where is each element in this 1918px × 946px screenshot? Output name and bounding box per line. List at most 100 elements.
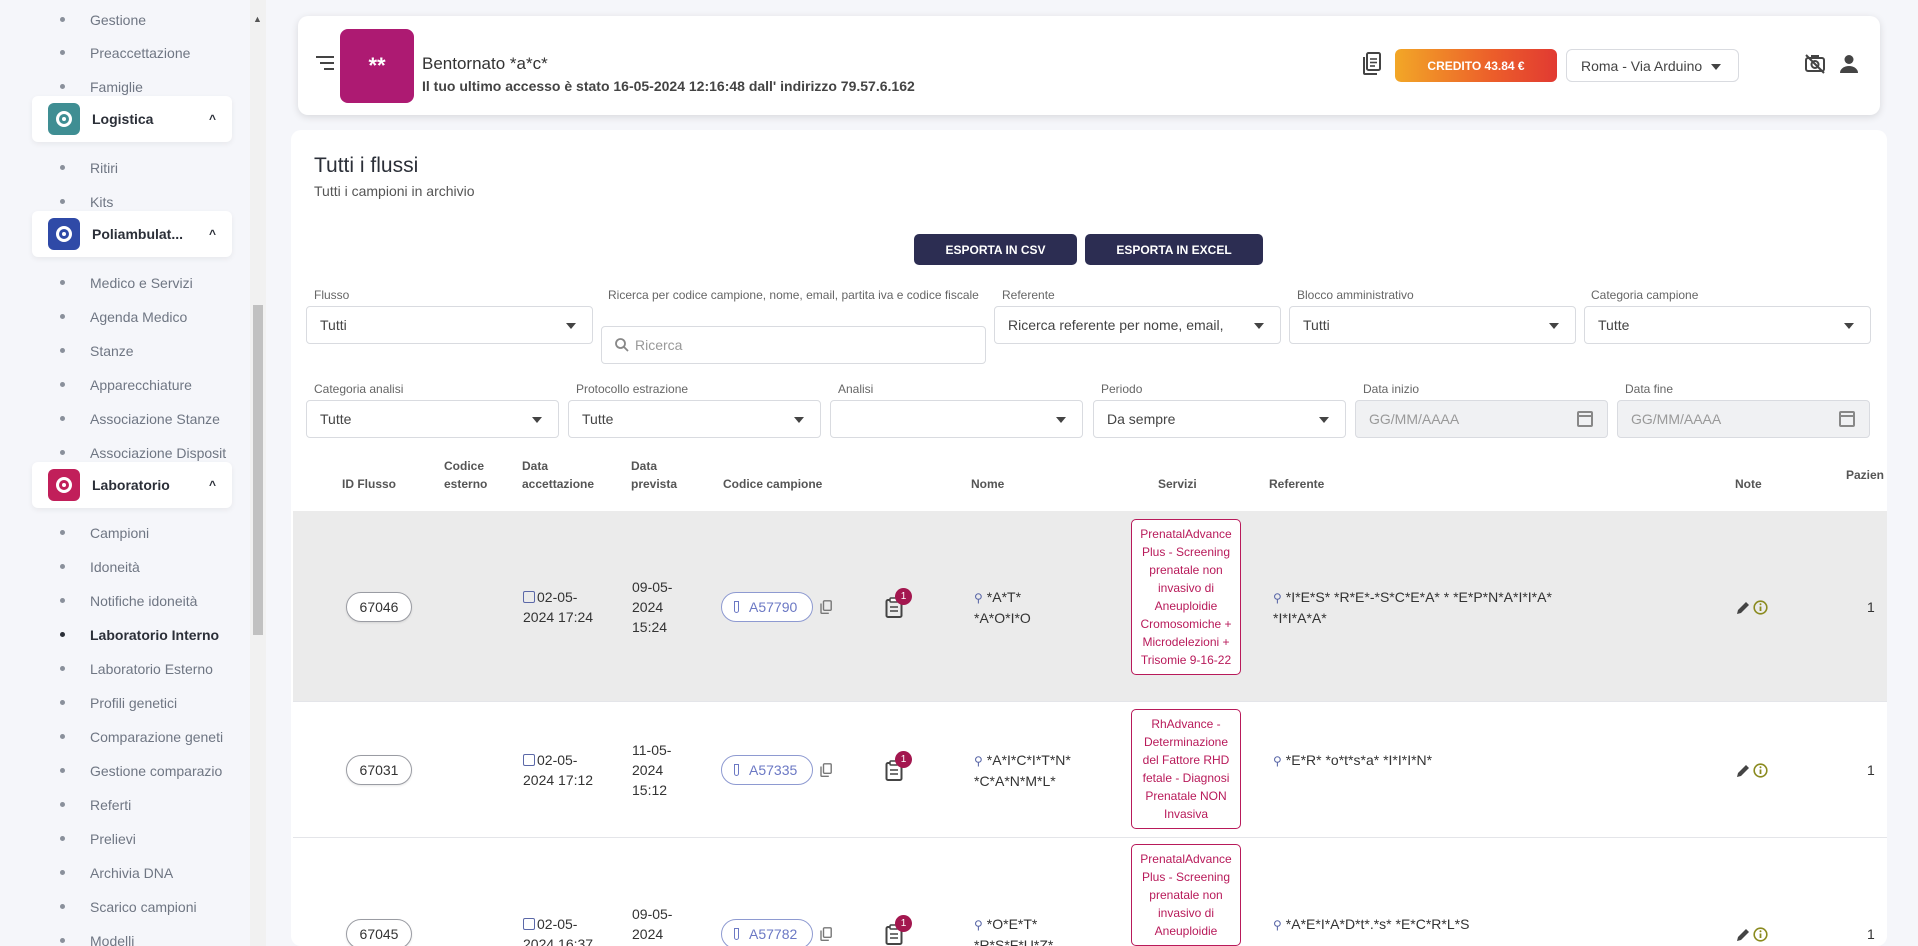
sidebar-item[interactable]: Comparazione geneti xyxy=(60,720,250,753)
info-icon[interactable] xyxy=(1753,763,1768,778)
site-select[interactable]: Roma - Via Arduino xyxy=(1566,49,1739,82)
sidebar-item[interactable]: Campioni xyxy=(60,516,250,549)
categoria-analisi-select[interactable]: Tutte xyxy=(306,400,559,438)
data-fine-input[interactable]: GG/MM/AAAA xyxy=(1617,400,1870,438)
sample-code-pill[interactable]: A57335 xyxy=(721,755,813,785)
sidebar-item[interactable]: Gestione comparazio xyxy=(60,754,250,787)
sidebar-item[interactable]: Profili genetici xyxy=(60,686,250,719)
notes-button[interactable]: 1 xyxy=(885,751,912,782)
copy-icon[interactable] xyxy=(820,600,832,614)
th-codice-esterno[interactable]: Codice esterno xyxy=(444,457,487,493)
blocco-label: Blocco amministrativo xyxy=(1297,288,1414,302)
th-referente[interactable]: Referente xyxy=(1269,475,1324,493)
protocollo-select[interactable]: Tutte xyxy=(568,400,821,438)
th-pazienti[interactable]: Pazien xyxy=(1846,466,1884,484)
edit-icon[interactable] xyxy=(1736,601,1750,615)
last-access-text: Il tuo ultimo accesso è stato 16-05-2024… xyxy=(422,78,915,94)
sidebar-scrollbar[interactable]: ▲ xyxy=(250,0,266,946)
sidebar-item[interactable]: Notifiche idoneità xyxy=(60,584,250,617)
avatar[interactable]: ** xyxy=(340,29,414,103)
info-icon[interactable] xyxy=(1753,927,1768,942)
flusso-id-pill[interactable]: 67045 xyxy=(346,919,412,946)
camera-off-icon[interactable] xyxy=(1804,54,1826,77)
flusso-select[interactable]: Tutti xyxy=(306,306,593,344)
bullet-icon xyxy=(60,280,65,285)
th-codice-campione[interactable]: Codice campione xyxy=(723,475,822,493)
sidebar-item[interactable]: Preaccettazione xyxy=(60,36,250,69)
data-fine-placeholder: GG/MM/AAAA xyxy=(1631,411,1722,427)
document-icon[interactable] xyxy=(1362,52,1382,79)
categoria-campione-select[interactable]: Tutte xyxy=(1584,306,1871,344)
service-badge[interactable]: PrenatalAdvance Plus - Screening prenata… xyxy=(1131,519,1241,675)
menu-icon[interactable] xyxy=(316,56,334,74)
sidebar-item[interactable]: Prelievi xyxy=(60,822,250,855)
th-note[interactable]: Note xyxy=(1735,475,1762,493)
th-data-prevista[interactable]: Data prevista xyxy=(631,457,677,493)
export-excel-button[interactable]: ESPORTA IN EXCEL xyxy=(1085,234,1263,265)
th-data-accettazione[interactable]: Data accettazione xyxy=(522,457,594,493)
sidebar-item[interactable]: Stanze xyxy=(60,334,250,367)
scrollbar-thumb[interactable] xyxy=(253,305,263,635)
sidebar-item[interactable]: Scarico campioni xyxy=(60,890,250,923)
site-select-value: Roma - Via Arduino xyxy=(1581,57,1703,74)
periodo-select[interactable]: Da sempre xyxy=(1093,400,1346,438)
sample-code: A57790 xyxy=(749,599,798,615)
table-row[interactable]: 67046 02-05- 2024 17:24 09-05- 2024 15:24 A577… xyxy=(293,511,1887,702)
sidebar-item[interactable]: Gestione xyxy=(60,3,250,36)
sidebar-item[interactable]: Archivia DNA xyxy=(60,856,250,889)
sample-code-pill[interactable]: A57790 xyxy=(721,592,813,622)
scroll-up-arrow-icon[interactable]: ▲ xyxy=(253,14,262,24)
info-icon[interactable] xyxy=(1753,600,1768,615)
table-row[interactable]: 67045 02-05- 2024 16:37 09-05- 2024 A57782 1 ⚲ *… xyxy=(293,838,1887,946)
sample-code-pill[interactable]: A57782 xyxy=(721,919,813,946)
calendar-icon[interactable] xyxy=(1839,411,1855,427)
chevron-down-icon xyxy=(794,417,804,423)
sidebar: Gestione Preaccettazione Famiglie Logistica… xyxy=(0,0,250,946)
table-row[interactable]: 67031 02-05- 2024 17:12 11-05- 2024 15:12 A573… xyxy=(293,702,1887,838)
copy-icon[interactable] xyxy=(820,927,832,941)
person-search-icon: ⚲ xyxy=(1273,754,1282,768)
data-inizio-input[interactable]: GG/MM/AAAA xyxy=(1355,400,1608,438)
th-nome[interactable]: Nome xyxy=(971,475,1004,493)
sidebar-item[interactable]: Idoneità xyxy=(60,550,250,583)
bullet-icon xyxy=(60,450,65,455)
calendar-icon[interactable] xyxy=(1577,411,1593,427)
th-servizi[interactable]: Servizi xyxy=(1158,475,1197,493)
blocco-select[interactable]: Tutti xyxy=(1289,306,1576,344)
th-id-flusso[interactable]: ID Flusso xyxy=(342,475,396,493)
sidebar-item[interactable]: Medico e Servizi xyxy=(60,266,250,299)
chevron-up-icon[interactable]: ^ xyxy=(209,112,216,126)
analisi-select[interactable] xyxy=(830,400,1083,438)
search-input[interactable]: Ricerca xyxy=(601,326,986,364)
sidebar-item-label: Medico e Servizi xyxy=(90,274,193,291)
module-icon xyxy=(48,103,80,135)
flusso-id-pill[interactable]: 67046 xyxy=(346,592,412,622)
sidebar-item-label: Referti xyxy=(90,796,132,813)
edit-icon[interactable] xyxy=(1736,764,1750,778)
service-badge[interactable]: RhAdvance - Determinazione del Fattore R… xyxy=(1131,709,1241,829)
export-csv-button[interactable]: ESPORTA IN CSV xyxy=(914,234,1077,265)
sidebar-group-poliambulat[interactable]: Poliambulat... ^ xyxy=(32,211,232,257)
chevron-up-icon[interactable]: ^ xyxy=(209,227,216,241)
sidebar-item[interactable]: Apparecchiature xyxy=(60,368,250,401)
sidebar-group-laboratorio[interactable]: Laboratorio ^ xyxy=(32,462,232,508)
sidebar-item[interactable]: Modelli xyxy=(60,924,250,946)
sidebar-group-logistica[interactable]: Logistica ^ xyxy=(32,96,232,142)
credit-button[interactable]: CREDITO 43.84 € xyxy=(1395,49,1557,82)
copy-icon[interactable] xyxy=(820,763,832,777)
nome-cell: ⚲ *A*I*C*I*T*N* *C*A*N*M*L* xyxy=(974,750,1071,791)
sidebar-item[interactable]: Referti xyxy=(60,788,250,821)
sidebar-item[interactable]: Laboratorio Interno xyxy=(60,618,250,651)
user-icon[interactable] xyxy=(1840,54,1858,77)
sidebar-item[interactable]: Agenda Medico xyxy=(60,300,250,333)
sidebar-item[interactable]: Laboratorio Esterno xyxy=(60,652,250,685)
notes-button[interactable]: 1 xyxy=(885,915,912,946)
flusso-id-pill[interactable]: 67031 xyxy=(346,755,412,785)
sidebar-item[interactable]: Ritiri xyxy=(60,151,250,184)
referente-select[interactable]: Ricerca referente per nome, email, xyxy=(994,306,1281,344)
service-badge[interactable]: PrenatalAdvance Plus - Screening prenata… xyxy=(1131,844,1241,946)
edit-icon[interactable] xyxy=(1736,928,1750,942)
sidebar-item[interactable]: Associazione Stanze xyxy=(60,402,250,435)
chevron-up-icon[interactable]: ^ xyxy=(209,478,216,492)
notes-button[interactable]: 1 xyxy=(885,588,912,619)
